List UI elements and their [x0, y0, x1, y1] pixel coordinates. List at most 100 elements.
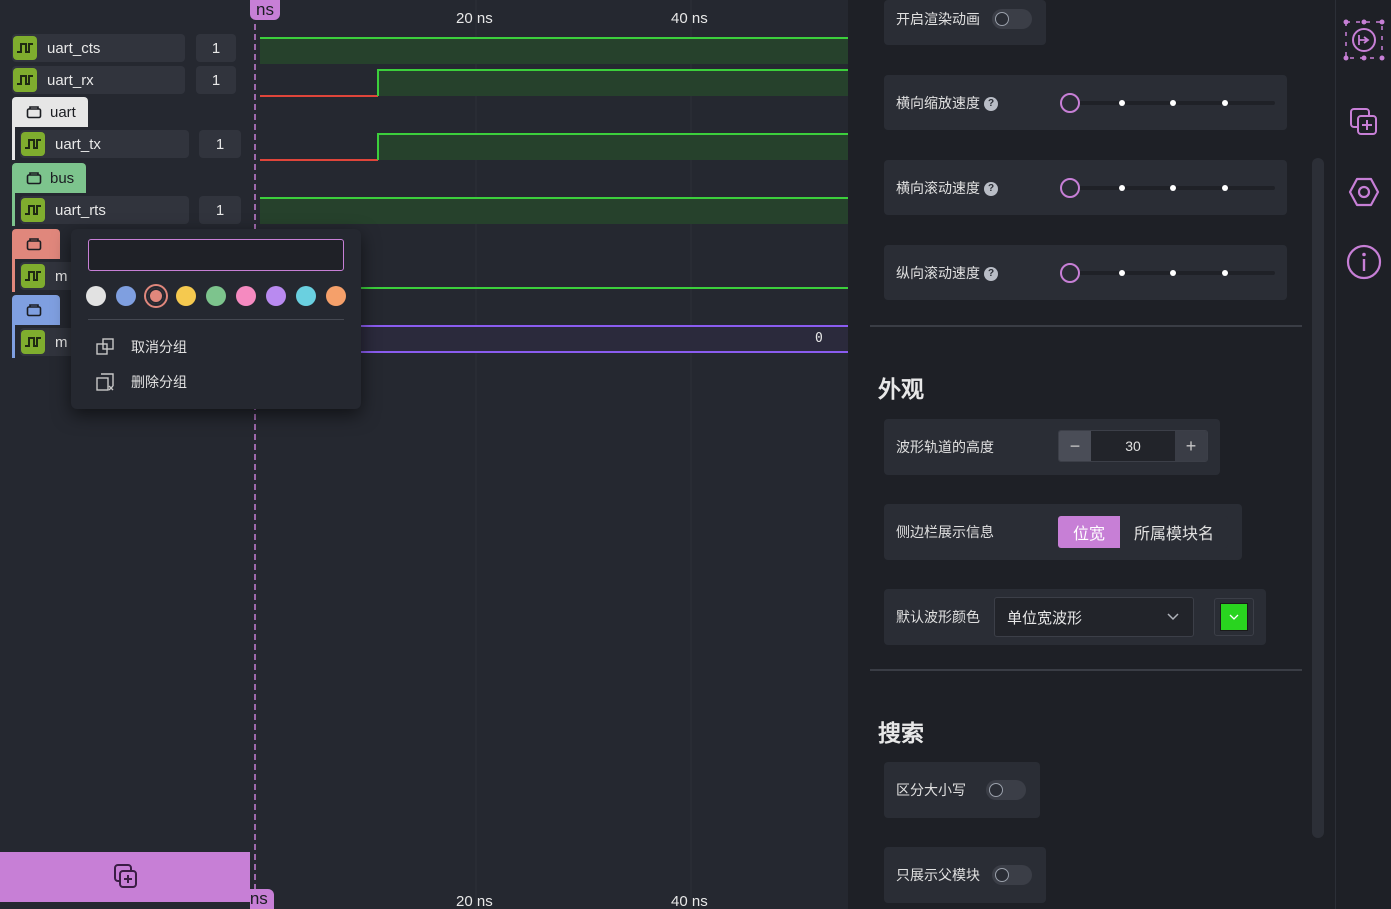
color-swatch-red-selected[interactable] — [146, 286, 166, 306]
track-height-stepper: − 30 + — [1058, 430, 1208, 462]
group-name: uart — [50, 103, 76, 121]
settings-panel: 开启渲染动画 横向缩放速度? 横向滚动速度? 纵向滚动速度? 外观 波形轨道的高… — [848, 0, 1335, 909]
setting-sidebar-info: 侧边栏展示信息 位宽 所属模块名 — [884, 504, 1242, 560]
group-name: bus — [50, 169, 75, 187]
signal-row-uart-cts[interactable]: uart_cts — [12, 34, 185, 62]
menu-divider — [88, 319, 344, 320]
circuit-button[interactable] — [1342, 18, 1386, 62]
color-swatch-orange[interactable] — [326, 286, 346, 306]
section-divider — [870, 669, 1302, 671]
help-icon[interactable]: ? — [984, 181, 998, 196]
wave-type-select[interactable]: 单位宽波形 — [994, 597, 1194, 637]
waveform-canvas — [254, 0, 848, 909]
group-tab-uart[interactable]: uart — [12, 97, 88, 127]
signal-value: 1 — [196, 34, 236, 62]
sidebar-info-segmented: 位宽 所属模块名 — [1058, 516, 1229, 548]
group-bracket — [12, 259, 15, 292]
wave-signal-icon — [21, 264, 45, 288]
help-icon[interactable]: ? — [984, 96, 998, 111]
setting-label: 横向缩放速度? — [896, 93, 998, 113]
group-folder-icon — [26, 172, 42, 185]
wave-type-select-value: 单位宽波形 — [1007, 609, 1083, 627]
slider-step-dot — [1119, 270, 1125, 276]
info-icon — [1346, 244, 1382, 280]
color-swatch-green[interactable] — [206, 286, 226, 306]
signal-name: uart_cts — [47, 39, 101, 57]
color-swatch-white[interactable] — [86, 286, 106, 306]
group-name-input[interactable] — [88, 239, 344, 271]
wave-signal-icon — [13, 68, 37, 92]
color-swatch-cyan[interactable] — [296, 286, 316, 306]
slider-step-dot — [1222, 185, 1228, 191]
signal-row-uart-tx[interactable]: uart_tx — [20, 130, 189, 158]
chevron-down-icon — [1229, 614, 1239, 620]
signal-name: uart_rts — [55, 201, 106, 219]
signal-name: m — [55, 267, 68, 285]
signal-name: uart_rx — [47, 71, 94, 89]
menu-item-label: 删除分组 — [131, 374, 187, 390]
add-panel-icon — [1350, 108, 1377, 135]
segment-module-name[interactable]: 所属模块名 — [1120, 516, 1229, 548]
only-parent-toggle[interactable] — [992, 865, 1032, 885]
track-height-value[interactable]: 30 — [1091, 431, 1175, 461]
slider-step-dot — [1170, 270, 1176, 276]
wave-signal-icon — [13, 36, 37, 60]
signal-row-uart-rx[interactable]: uart_rx — [12, 66, 185, 94]
setting-label: 只展示父模块 — [896, 867, 980, 883]
setting-render-animation: 开启渲染动画 — [884, 0, 1046, 45]
chevron-down-icon — [1167, 613, 1179, 621]
setting-label: 区分大小写 — [896, 782, 966, 798]
menu-item-delete-group[interactable]: 删除分组 — [95, 368, 187, 396]
signal-row-uart-rts[interactable]: uart_rts — [20, 196, 189, 224]
color-swatch-purple[interactable] — [266, 286, 286, 306]
slider-step-dot — [1119, 185, 1125, 191]
setting-label: 纵向滚动速度? — [896, 263, 998, 283]
wave-color-picker[interactable] — [1214, 598, 1254, 636]
time-tick-top: 40 ns — [671, 10, 708, 27]
color-swatch-yellow[interactable] — [176, 286, 196, 306]
wave-signal-icon — [21, 198, 45, 222]
settings-button[interactable] — [1342, 170, 1386, 214]
wave-signal-icon — [21, 132, 45, 156]
setting-label: 默认波形颜色 — [896, 609, 980, 625]
cursor-time-label-top[interactable]: ns — [250, 0, 280, 20]
help-icon[interactable]: ? — [984, 266, 998, 281]
group-tab-bus[interactable]: bus — [12, 163, 87, 193]
signal-sidebar: uart_cts 1 uart_rx 1 uart uart_tx 1 bus … — [0, 0, 250, 909]
setting-label: 横向滚动速度? — [896, 178, 998, 198]
color-swatch-blue[interactable] — [116, 286, 136, 306]
menu-item-ungroup[interactable]: 取消分组 — [95, 333, 187, 361]
segment-bit-width[interactable]: 位宽 — [1058, 516, 1121, 548]
setting-v-scroll-speed: 纵向滚动速度? — [884, 245, 1287, 300]
signal-name: uart_tx — [55, 135, 101, 153]
bus-value-label: 0 — [815, 331, 823, 346]
setting-h-zoom-speed: 横向缩放速度? — [884, 75, 1287, 130]
h-scroll-slider-handle[interactable] — [1060, 178, 1080, 198]
group-tab-red[interactable] — [12, 229, 60, 259]
color-swatch-pink[interactable] — [236, 286, 256, 306]
v-scroll-slider-handle[interactable] — [1060, 263, 1080, 283]
setting-label: 侧边栏展示信息 — [896, 524, 994, 540]
group-folder-icon — [26, 106, 42, 119]
waveform-view[interactable]: 20 ns 40 ns 20 ns 40 ns ns -1 ns 0 — [250, 0, 848, 909]
ungroup-icon — [96, 338, 114, 355]
add-group-button[interactable] — [0, 852, 250, 902]
cursor-time-label-bottom[interactable]: -1 ns — [250, 889, 274, 909]
add-panel-button[interactable] — [1342, 100, 1386, 144]
info-button[interactable] — [1342, 240, 1386, 284]
render-animation-toggle[interactable] — [992, 8, 1032, 29]
h-zoom-slider-handle[interactable] — [1060, 93, 1080, 113]
signal-name: m — [55, 333, 68, 351]
increment-button[interactable]: + — [1175, 431, 1207, 461]
group-bracket — [12, 325, 15, 358]
case-sensitive-toggle[interactable] — [986, 780, 1026, 800]
group-context-menu: 取消分组 删除分组 — [71, 229, 361, 409]
group-folder-icon — [26, 304, 42, 317]
group-tab-blue[interactable] — [12, 295, 60, 325]
group-folder-icon — [26, 238, 42, 251]
signal-value: 1 — [199, 196, 241, 224]
delete-group-icon — [96, 373, 114, 391]
decrement-button[interactable]: − — [1059, 431, 1091, 461]
settings-scrollbar[interactable] — [1312, 158, 1324, 838]
group-bracket — [12, 127, 15, 160]
